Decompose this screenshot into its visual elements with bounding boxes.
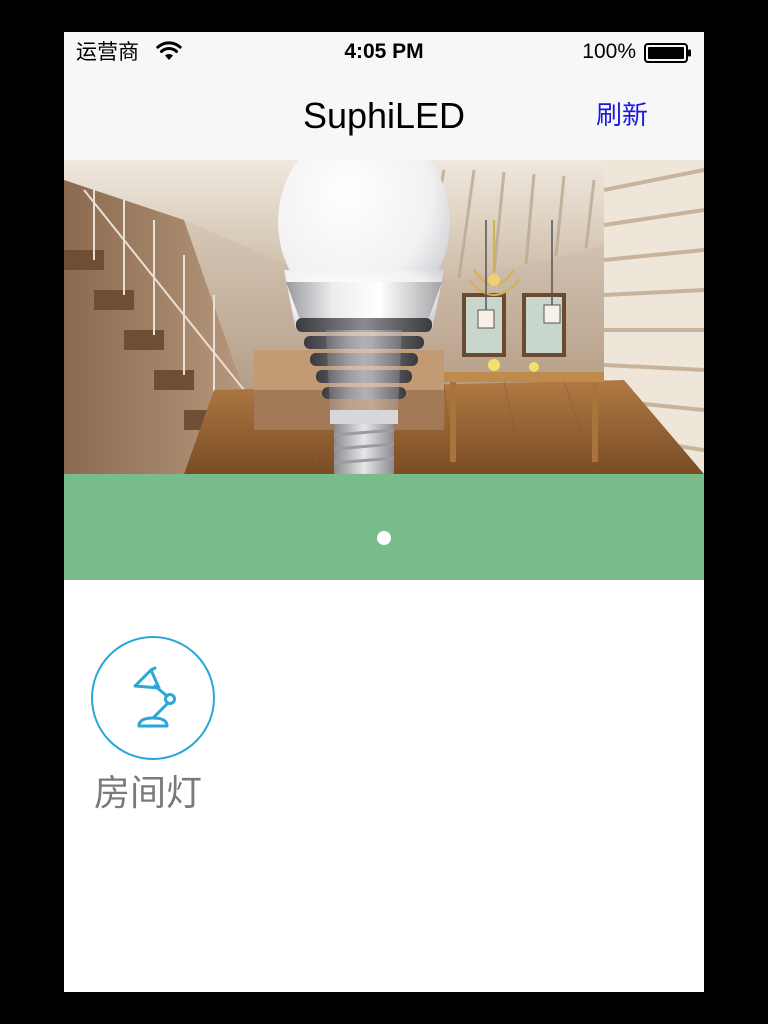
banner-image[interactable]	[64, 160, 704, 474]
desk-lamp-icon	[133, 666, 176, 728]
device-label[interactable]: 房间灯	[94, 772, 202, 816]
led-bulb-interior-photo	[64, 160, 704, 474]
status-bar: 运营商 4:05 PM 100%	[64, 32, 704, 72]
device-icon-ring[interactable]	[91, 636, 215, 760]
banner-pager	[64, 474, 704, 580]
battery-icon	[644, 43, 691, 63]
app-screen: 运营商 4:05 PM 100% SuphiLED 刷新 房间灯	[64, 32, 704, 992]
page-indicator-dot[interactable]	[377, 531, 391, 545]
navigation-bar: SuphiLED 刷新	[64, 72, 704, 160]
battery-percent: 100%	[582, 40, 636, 63]
refresh-button[interactable]: 刷新	[596, 72, 648, 160]
